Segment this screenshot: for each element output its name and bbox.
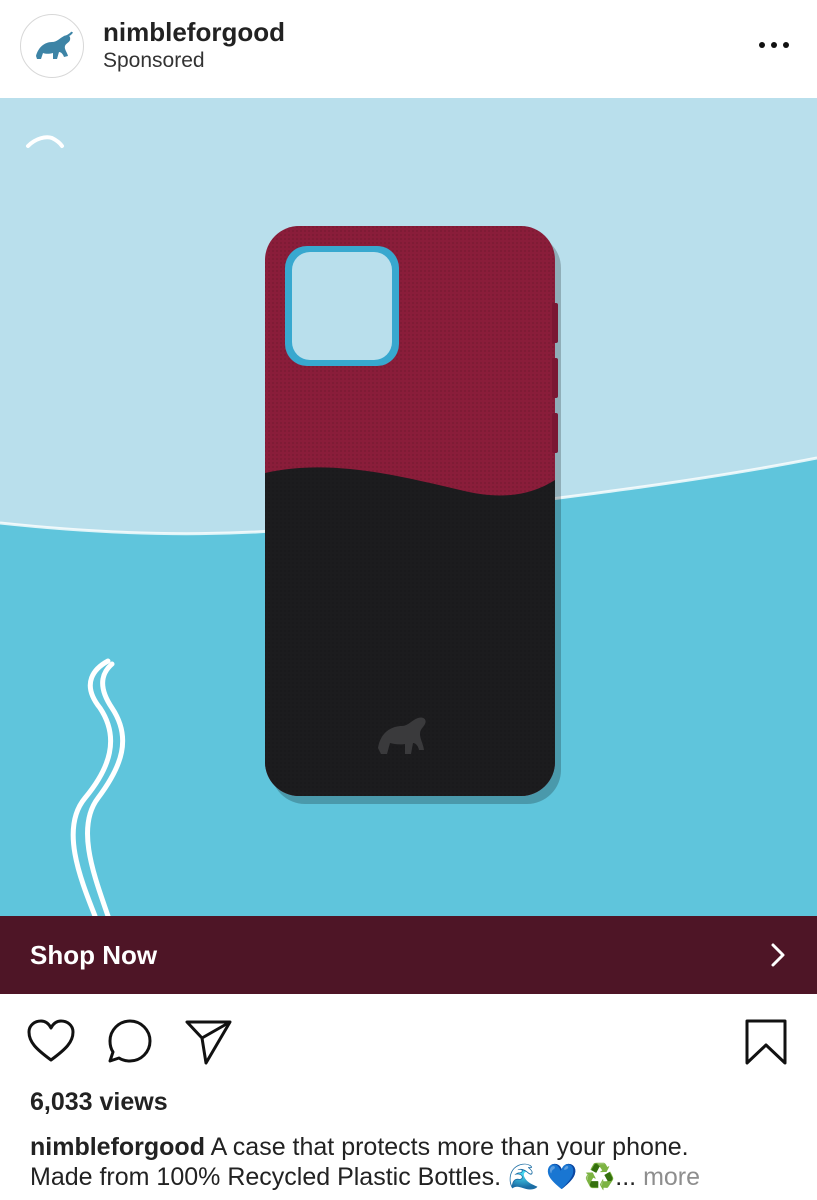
menu-dot bbox=[783, 42, 789, 48]
avatar[interactable] bbox=[20, 14, 84, 78]
menu-dot bbox=[771, 42, 777, 48]
caption-line-2: Made from 100% Recycled Plastic Bottles.… bbox=[30, 1163, 616, 1191]
heart-icon[interactable] bbox=[26, 1018, 76, 1064]
more-options-icon[interactable] bbox=[754, 35, 794, 55]
caption-line-1: A case that protects more than your phon… bbox=[210, 1133, 689, 1161]
bookmark-icon[interactable] bbox=[744, 1018, 788, 1066]
shop-now-label: Shop Now bbox=[30, 939, 158, 970]
elephant-logo-icon bbox=[36, 31, 73, 59]
paper-plane-icon[interactable] bbox=[184, 1018, 234, 1066]
caption-ellipsis: ... bbox=[615, 1163, 637, 1191]
post-username[interactable]: nimbleforgood bbox=[103, 17, 285, 48]
caption-username[interactable]: nimbleforgood bbox=[30, 1133, 205, 1161]
sponsored-label: Sponsored bbox=[103, 49, 205, 72]
caption-more-link[interactable]: more bbox=[643, 1163, 700, 1191]
chevron-right-icon bbox=[771, 943, 785, 967]
shop-now-button[interactable]: Shop Now bbox=[0, 916, 817, 994]
post-image[interactable] bbox=[0, 98, 817, 916]
view-count[interactable]: 6,033 views bbox=[30, 1088, 168, 1117]
comment-bubble-icon[interactable] bbox=[105, 1018, 155, 1066]
post-header: nimbleforgood Sponsored bbox=[0, 0, 817, 98]
action-bar bbox=[0, 1010, 817, 1074]
post-caption: nimbleforgood A case that protects more … bbox=[30, 1132, 800, 1192]
menu-dot bbox=[759, 42, 765, 48]
